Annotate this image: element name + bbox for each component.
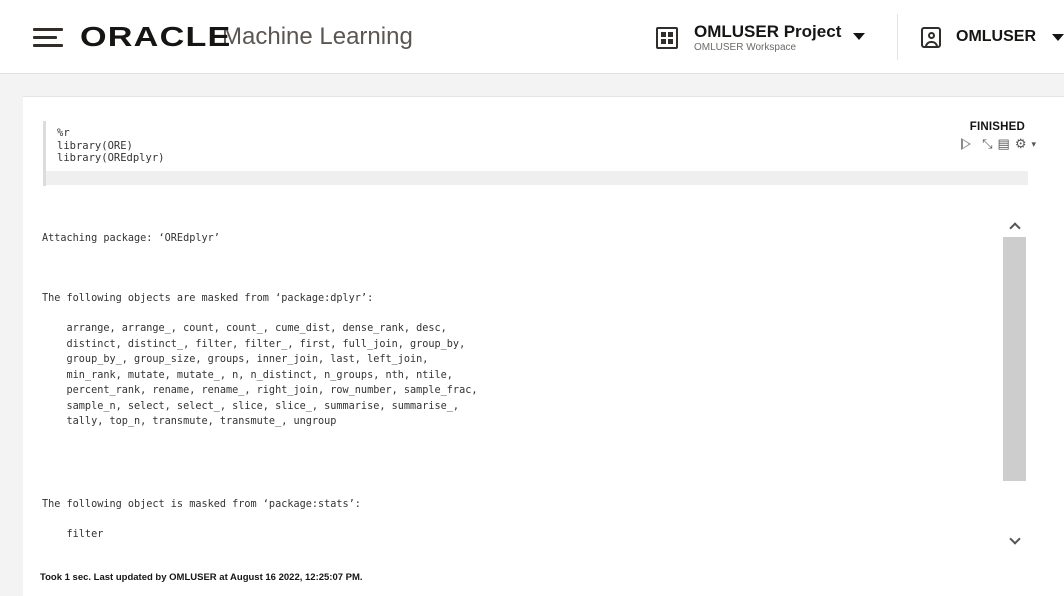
notebook-paragraph: %r library(ORE) library(OREdplyr) FINISH… [23,96,1064,596]
header-divider [897,14,898,60]
user-icon [921,26,941,48]
app-logo: ORACLE Machine Learning [80,21,413,53]
run-icon[interactable] [961,138,972,150]
settings-caret-icon[interactable]: ▾ [1031,137,1036,151]
workspace-name: OMLUSER Workspace [694,42,797,53]
user-dropdown-caret-icon[interactable] [1052,33,1064,41]
app-header: ORACLE Machine Learning OMLUSER Project … [0,0,1064,74]
project-grid-icon [656,27,678,49]
book-icon[interactable]: ▤ [998,137,1010,151]
output-text: filter [42,529,104,540]
code-editor[interactable]: %r library(ORE) library(OREdplyr) [43,121,1028,186]
collapse-icon[interactable]: ⤡ [982,137,992,151]
project-name: OMLUSER Project [694,22,842,41]
paragraph-controls: ⤡ ▤ ⚙ ▾ [961,137,1036,151]
user-menu[interactable]: OMLUSER [921,22,1064,52]
output-text: arrange, arrange_, count, count_, cume_d… [66,323,478,427]
code-line[interactable]: library(ORE) [46,140,1028,153]
paragraph-footer: Took 1 sec. Last updated by OMLUSER at A… [40,572,363,583]
paragraph-output: Attaching package: ‘OREdplyr’ The follow… [23,221,1023,561]
project-dropdown-caret-icon[interactable] [853,33,865,40]
chevron-up-icon[interactable] [1003,213,1026,237]
chevron-down-icon[interactable] [1003,529,1026,553]
code-line[interactable]: %r [46,127,1028,140]
output-text: The following object is masked from ‘pac… [42,499,361,510]
hamburger-menu-icon[interactable] [33,26,63,50]
user-name: OMLUSER [956,28,1036,45]
scrollbar-thumb[interactable] [1003,237,1026,481]
active-code-line [46,171,1028,185]
project-selector[interactable]: OMLUSER Project OMLUSER Workspace [656,20,841,56]
output-scrollbar[interactable] [1003,213,1026,553]
output-text: Attaching package: ‘OREdplyr’ [42,233,220,244]
output-text: The following objects are masked from ‘p… [42,293,374,304]
paragraph-status: FINISHED [969,121,1025,133]
gear-icon[interactable]: ⚙ [1015,137,1027,151]
code-line[interactable]: library(OREdplyr) [46,152,1028,165]
oracle-logo-text: ORACLE [80,21,232,52]
